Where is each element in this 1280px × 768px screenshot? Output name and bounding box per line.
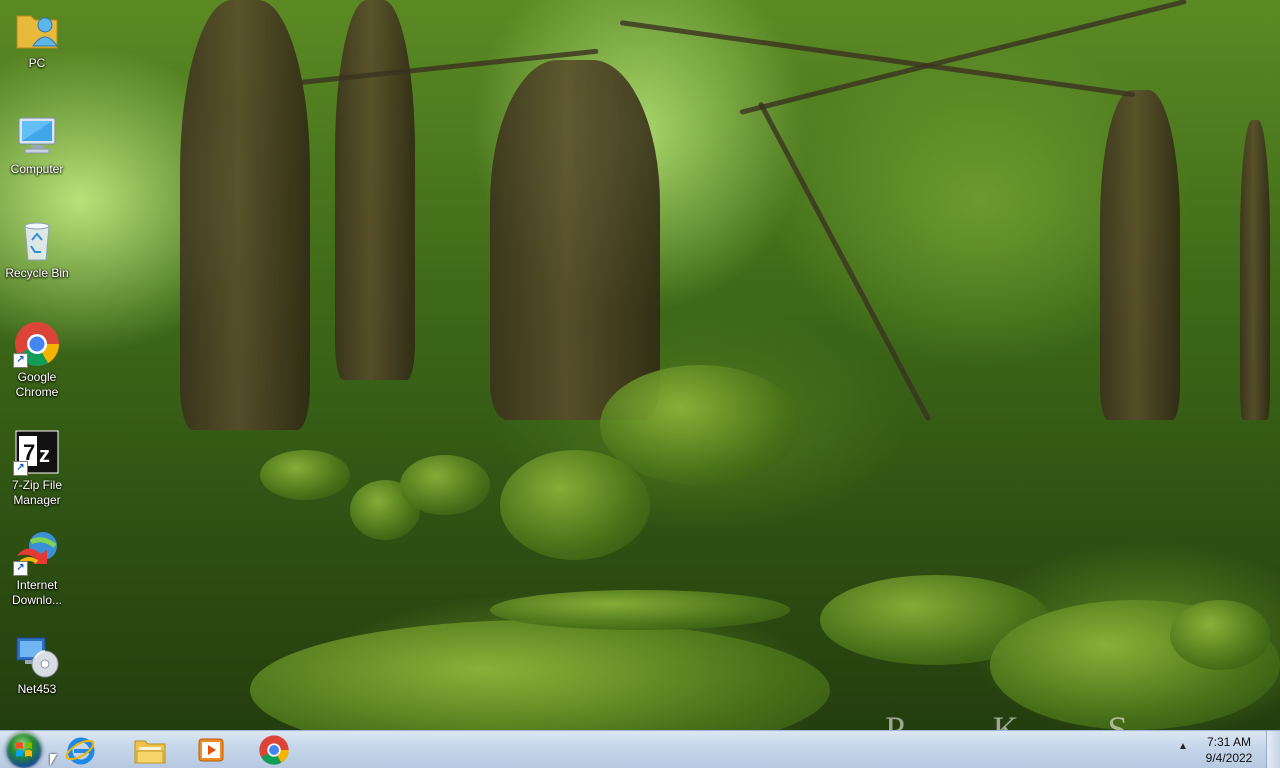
desktop-icon-google-chrome[interactable]: ↗ Google Chrome <box>0 320 74 400</box>
desktop-wallpaper[interactable]: P K S <box>0 0 1280 730</box>
show-desktop-button[interactable] <box>1266 731 1280 768</box>
recycle-bin-icon <box>13 216 61 264</box>
taskbar-internet-explorer[interactable] <box>52 733 108 767</box>
windows-logo-icon <box>16 742 32 757</box>
desktop-icon-computer[interactable]: Computer <box>0 112 74 177</box>
desktop-icon-label: Net453 <box>17 682 57 696</box>
taskbar-file-explorer[interactable] <box>122 733 178 767</box>
internet-explorer-icon <box>65 737 95 765</box>
system-clock[interactable]: 7:31 AM 9/4/2022 <box>1196 734 1262 766</box>
mouse-cursor-icon <box>50 754 57 766</box>
desktop-icon-pc[interactable]: PC <box>0 6 74 71</box>
taskbar-chrome[interactable] <box>246 733 302 767</box>
shortcut-arrow-icon: ↗ <box>13 353 28 368</box>
desktop-icon-label: Google Chrome <box>15 370 59 399</box>
media-player-icon <box>198 738 224 762</box>
shortcut-arrow-icon: ↗ <box>13 461 28 476</box>
desktop-icon-label: Computer <box>10 162 64 176</box>
chrome-icon <box>259 735 289 765</box>
desktop-icon-internet-download-manager[interactable]: ↗ Internet Downlo... <box>0 528 74 608</box>
user-folder-icon <box>13 6 61 54</box>
desktop-icon-label: 7-Zip File Manager <box>11 478 62 507</box>
seven-zip-icon: 7 z ↗ <box>13 428 61 476</box>
desktop-icon-label: Recycle Bin <box>5 266 69 280</box>
clock-time: 7:31 AM <box>1206 735 1252 749</box>
clock-date: 9/4/2022 <box>1205 751 1253 765</box>
net-installer-icon <box>13 632 61 680</box>
desktop-icon-7zip[interactable]: 7 z ↗ 7-Zip File Manager <box>0 428 74 508</box>
taskbar-media-player[interactable] <box>183 733 239 767</box>
desktop-icon-label: Internet Downlo... <box>11 578 63 607</box>
internet-download-manager-icon: ↗ <box>13 528 61 576</box>
shortcut-arrow-icon: ↗ <box>13 561 28 576</box>
show-hidden-icons-button[interactable]: ▲ <box>1178 741 1188 752</box>
wallpaper-watermark: P K S <box>885 709 1168 730</box>
desktop-icon-label: PC <box>28 56 46 70</box>
desktop-icon-recycle-bin[interactable]: Recycle Bin <box>0 216 74 281</box>
svg-text:z: z <box>39 442 50 467</box>
start-button[interactable] <box>6 732 42 768</box>
computer-icon <box>13 112 61 160</box>
desktop-icon-net453[interactable]: Net453 <box>0 632 74 697</box>
chrome-icon: ↗ <box>13 320 61 368</box>
taskbar: ▲ 7:31 AM 9/4/2022 <box>0 730 1280 768</box>
folder-icon <box>134 740 166 764</box>
chevron-up-icon: ▲ <box>1178 741 1188 752</box>
